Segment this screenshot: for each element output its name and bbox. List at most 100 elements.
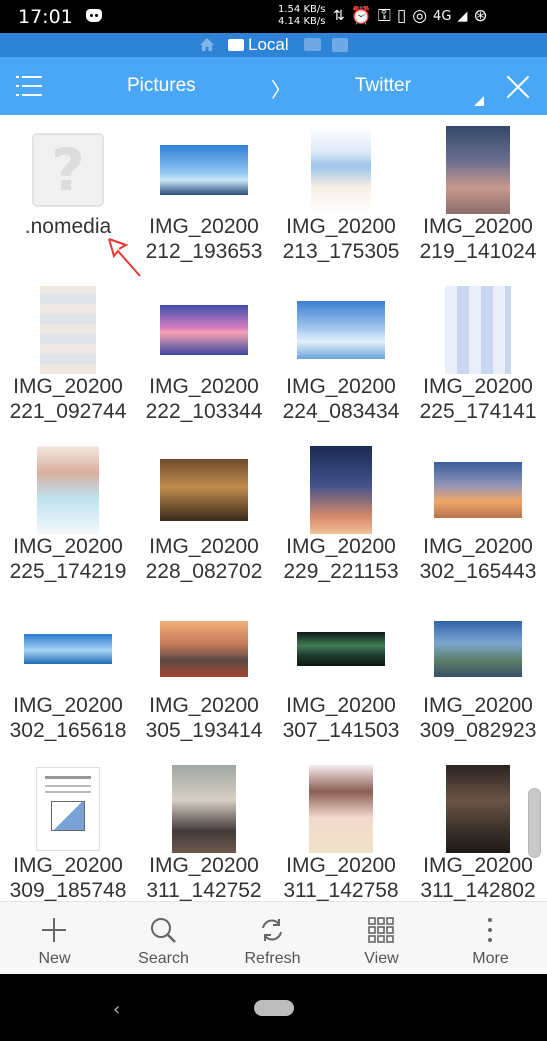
dropdown-corner-icon (474, 96, 484, 106)
more-vertical-icon (488, 918, 492, 942)
file-name-line1: IMG_20200 (423, 215, 533, 238)
message-icon[interactable] (304, 38, 321, 51)
file-item[interactable]: IMG_20200 222_103344 (136, 275, 272, 435)
scrollbar-handle[interactable] (528, 788, 541, 858)
image-thumbnail (160, 621, 248, 677)
image-thumbnail (160, 459, 248, 521)
lock-icon[interactable] (332, 38, 348, 52)
file-name-line1: IMG_20200 (149, 375, 259, 398)
file-item[interactable]: IMG_20200 305_193414 (136, 594, 272, 754)
image-thumbnail (434, 462, 522, 518)
file-name-line2: 302_165443 (419, 560, 537, 583)
status-bar: 17:01 1.54 KB/s 4.14 KB/s ⇅ ⏰ ⚿ ▯ ◎ 4G ◢… (0, 0, 547, 33)
thumbnail-container (410, 121, 546, 219)
menu-icon[interactable] (16, 76, 42, 96)
file-item[interactable]: IMG_20200 225_174141 (410, 275, 546, 435)
file-name-line1: IMG_20200 (13, 854, 123, 877)
image-thumbnail (24, 634, 112, 664)
image-thumbnail (40, 286, 96, 374)
file-item[interactable]: IMG_20200 302_165618 (0, 594, 136, 754)
breadcrumb-pictures[interactable]: Pictures (127, 75, 196, 97)
file-name-line2: 225_174141 (419, 400, 537, 423)
thumbnail-container (410, 281, 546, 379)
thumbnail-container (0, 760, 136, 858)
file-item[interactable]: IMG_20200 224_083434 (273, 275, 409, 435)
file-item[interactable]: IMG_20200 213_175305 (273, 115, 409, 275)
home-icon[interactable] (199, 37, 215, 52)
breadcrumb-twitter[interactable]: Twitter (355, 75, 411, 97)
file-name-line2: 222_103344 (145, 400, 263, 423)
refresh-button[interactable]: Refresh (218, 902, 327, 975)
speed-down: 4.14 KB/s (278, 16, 326, 27)
file-name: IMG_20200 219_141024 (410, 214, 546, 264)
image-thumbnail (297, 301, 385, 359)
file-name: IMG_20200 311_142802 (410, 853, 546, 901)
file-item[interactable]: IMG_20200 309_082923 (410, 594, 546, 754)
file-item[interactable]: IMG_20200 309_185748 (0, 754, 136, 901)
thumbnail-container (410, 760, 546, 858)
file-item[interactable]: IMG_20200 225_174219 (0, 435, 136, 595)
file-name-line2: 302_165618 (9, 719, 127, 742)
thumbnail-container (273, 760, 409, 858)
new-button[interactable]: New (0, 902, 109, 975)
file-item[interactable]: IMG_20200 219_141024 (410, 115, 546, 275)
file-name-line1: IMG_20200 (149, 215, 259, 238)
close-icon[interactable] (505, 74, 531, 100)
home-pill[interactable] (254, 1000, 294, 1016)
plus-icon (42, 918, 66, 942)
file-name-line2: 311_142758 (283, 879, 399, 901)
search-button[interactable]: Search (109, 902, 218, 975)
search-label: Search (138, 950, 189, 967)
thumbnail-container (273, 121, 409, 219)
file-name: IMG_20200 311_142758 (273, 853, 409, 901)
file-name-line2: 311_142802 (420, 879, 536, 901)
file-name: IMG_20200 224_083434 (273, 374, 409, 424)
file-item[interactable]: IMG_20200 311_142802 (410, 754, 546, 901)
path-toolbar: Pictures 〉 Twitter (0, 57, 547, 115)
thumbnail-container (136, 600, 272, 698)
image-thumbnail (446, 126, 510, 214)
thumbnail-container (273, 441, 409, 539)
image-thumbnail (37, 446, 99, 534)
file-item[interactable]: IMG_20200 212_193653 (136, 115, 272, 275)
file-name-line1: IMG_20200 (286, 215, 396, 238)
file-name-line2: 221_092744 (9, 400, 127, 423)
file-name-line1: IMG_20200 (149, 854, 259, 877)
file-name: IMG_20200 222_103344 (136, 374, 272, 424)
unknown-file-icon: ? (32, 133, 104, 207)
image-thumbnail (160, 305, 248, 355)
file-item[interactable]: IMG_20200 228_082702 (136, 435, 272, 595)
file-item[interactable]: IMG_20200 311_142752 (136, 754, 272, 901)
image-thumbnail (311, 126, 371, 214)
data-transfer-icon: ⇅ (333, 8, 345, 24)
file-name: IMG_20200 229_221153 (273, 534, 409, 584)
file-item[interactable]: IMG_20200 311_142758 (273, 754, 409, 901)
file-name-line2: 311_142752 (146, 879, 262, 901)
file-name-line1: IMG_20200 (286, 854, 396, 877)
thumbnail-container (273, 281, 409, 379)
file-name: IMG_20200 212_193653 (136, 214, 272, 264)
more-button[interactable]: More (436, 902, 545, 975)
thumbnail-container (0, 281, 136, 379)
back-icon[interactable]: ‹ (113, 999, 120, 1020)
status-time: 17:01 (18, 6, 73, 28)
file-item[interactable]: IMG_20200 307_141503 (273, 594, 409, 754)
file-name-line2: 212_193653 (145, 240, 263, 263)
file-item[interactable]: IMG_20200 302_165443 (410, 435, 546, 595)
file-item[interactable]: IMG_20200 229_221153 (273, 435, 409, 595)
key-icon: ⚿ (377, 6, 391, 26)
image-thumbnail (310, 446, 372, 534)
view-button[interactable]: View (327, 902, 436, 975)
file-name-line1: IMG_20200 (286, 375, 396, 398)
file-name: IMG_20200 228_082702 (136, 534, 272, 584)
thumbnail-container (136, 121, 272, 219)
location-local[interactable]: Local (228, 35, 289, 55)
image-thumbnail (160, 145, 248, 195)
file-name-line1: IMG_20200 (13, 535, 123, 558)
thumbnail-container (136, 281, 272, 379)
grid-view-icon (368, 917, 394, 943)
file-name: IMG_20200 311_142752 (136, 853, 272, 901)
file-item[interactable]: IMG_20200 221_092744 (0, 275, 136, 435)
file-name-line2: 307_141503 (282, 719, 400, 742)
file-name: IMG_20200 225_174219 (0, 534, 136, 584)
